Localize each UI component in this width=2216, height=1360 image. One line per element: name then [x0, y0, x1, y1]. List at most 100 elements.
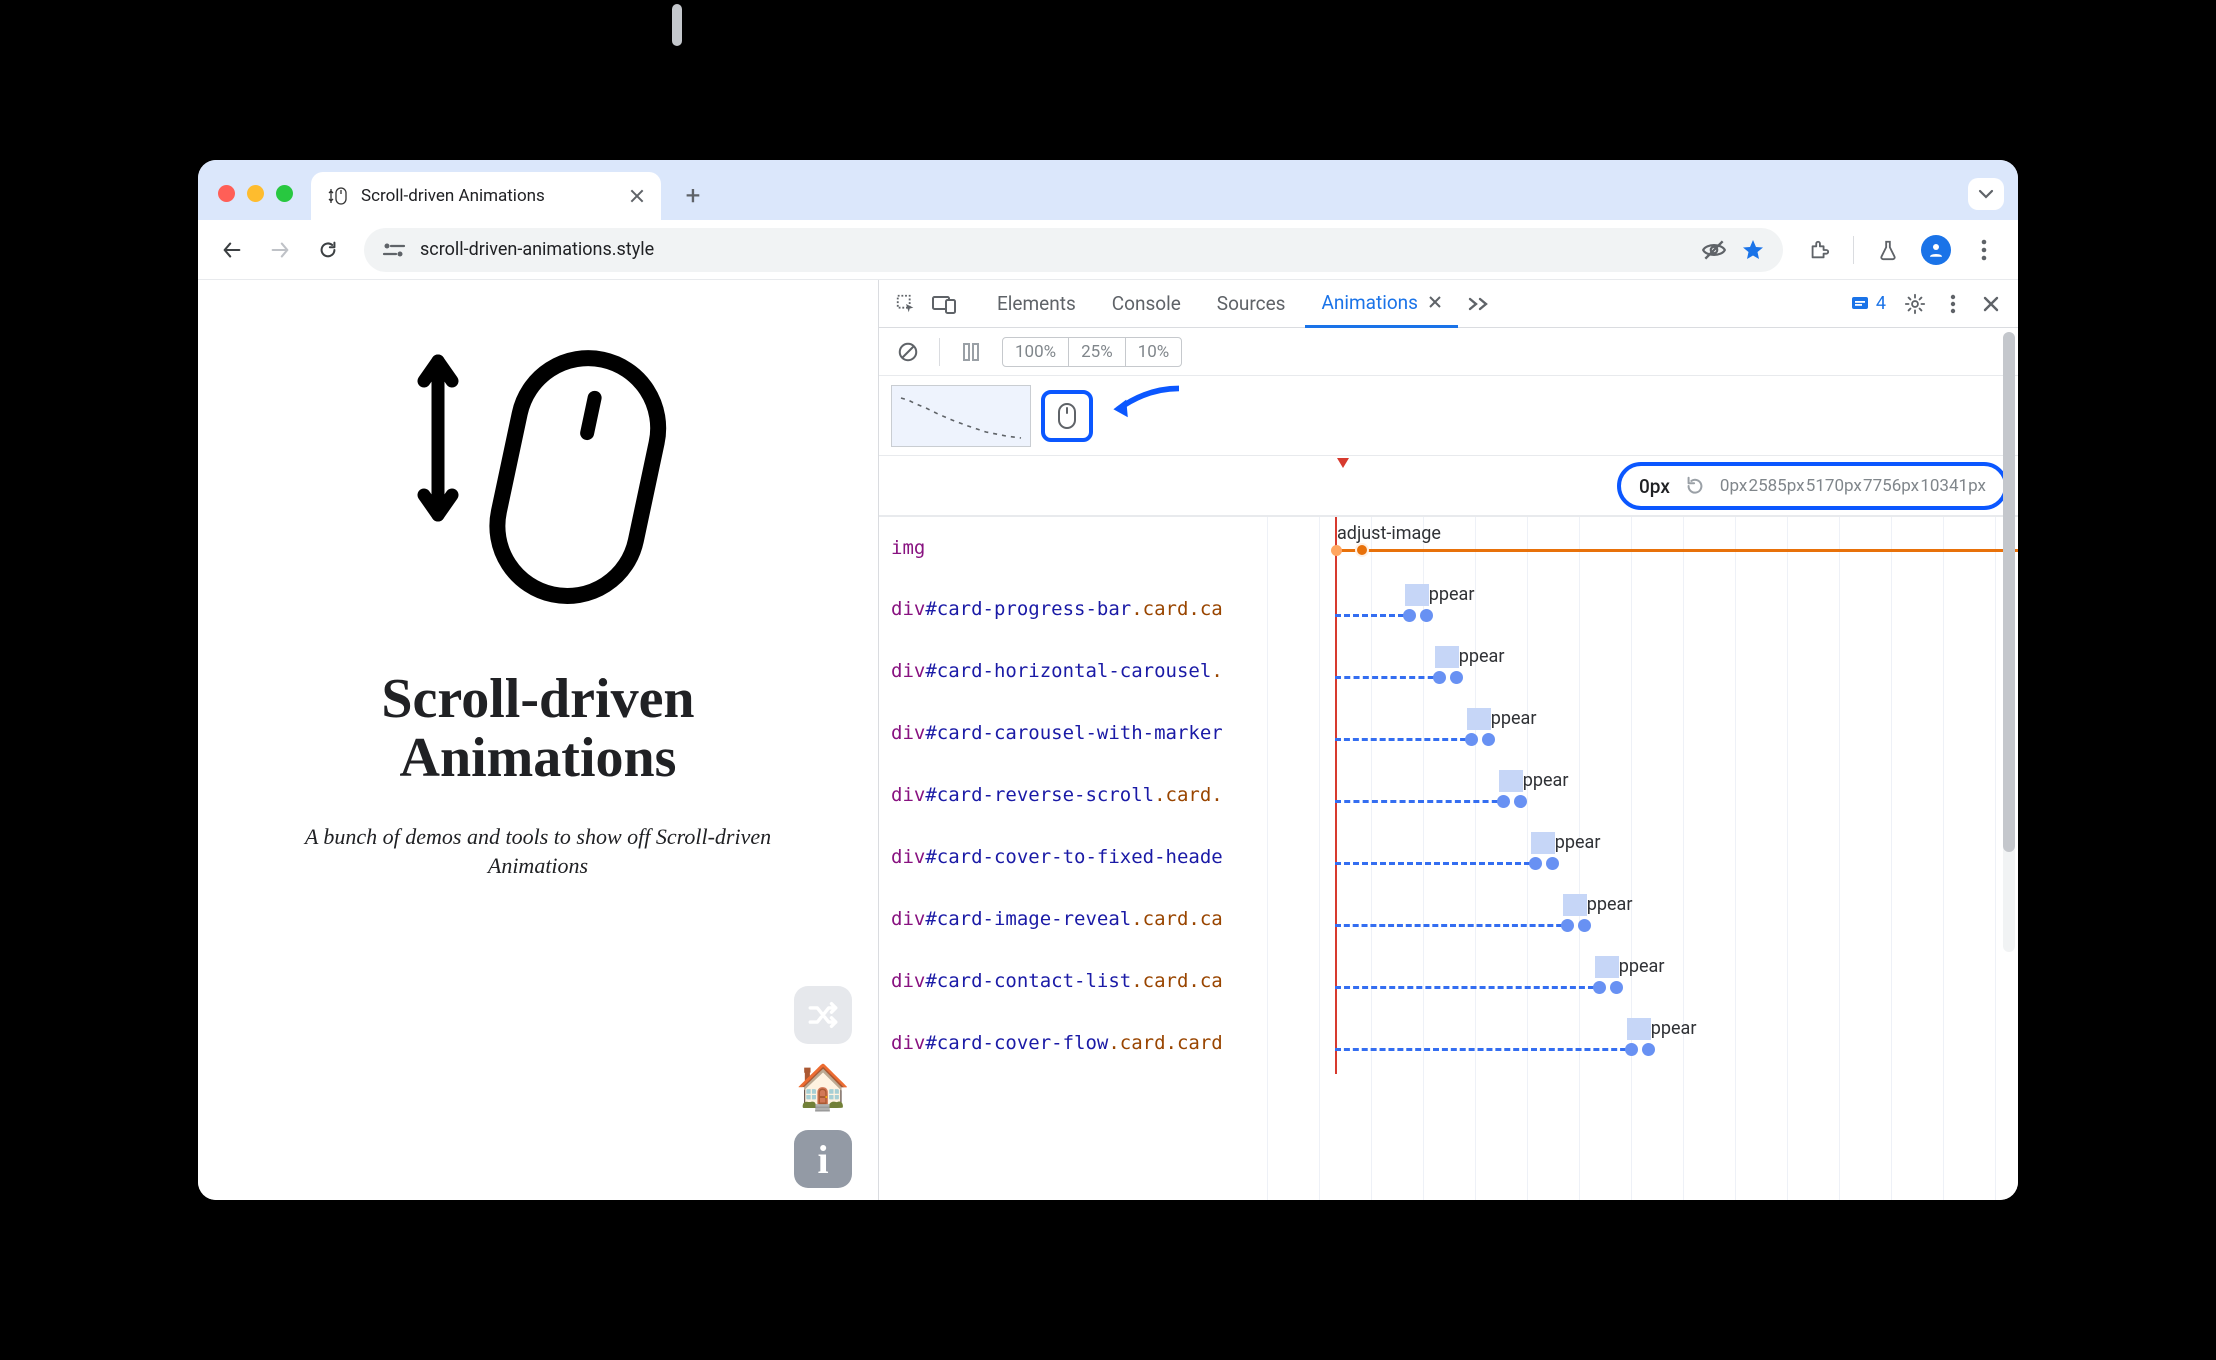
animation-track: adjust-image	[1267, 517, 2018, 578]
animation-group-thumb[interactable]	[891, 385, 1031, 447]
more-tabs-button[interactable]	[1462, 287, 1496, 321]
toolbar-divider	[1853, 236, 1854, 264]
tab-animations[interactable]: Animations	[1305, 280, 1457, 328]
tick-0: 0px	[1720, 476, 1747, 496]
animation-row[interactable]: div#card-cover-to-fixed-headeappear	[879, 826, 2018, 888]
animation-row[interactable]: div#card-horizontal-carousel.appear	[879, 640, 2018, 702]
avatar-icon	[1921, 235, 1951, 265]
home-button[interactable]: 🏠	[794, 1058, 852, 1116]
mouse-icon	[1056, 402, 1078, 430]
kebab-icon	[1981, 239, 1987, 261]
animation-row[interactable]: div#card-reverse-scroll.card.appear	[879, 764, 2018, 826]
replay-icon	[1684, 475, 1706, 497]
content-area: Scroll-driven Animations A bunch of demo…	[198, 280, 2018, 1200]
current-scroll-position: 0px	[1639, 475, 1670, 498]
animation-row[interactable]: div#card-image-reveal.card.caappear	[879, 888, 2018, 950]
devtools-settings-button[interactable]	[1898, 287, 1932, 321]
window-controls	[218, 185, 293, 202]
animation-track: appear	[1267, 888, 2018, 950]
browser-tab[interactable]: Scroll-driven Animations	[311, 172, 661, 220]
issues-icon	[1850, 294, 1870, 314]
profile-button[interactable]	[1916, 230, 1956, 270]
tick-4: 10341px	[1920, 476, 1986, 496]
close-tab-button[interactable]	[629, 188, 645, 204]
arrow-right-icon	[269, 239, 291, 261]
animation-groups-row	[879, 376, 2018, 456]
tabs-dropdown-button[interactable]	[1968, 178, 2004, 210]
inspect-element-button[interactable]	[889, 287, 923, 321]
eye-off-icon[interactable]	[1701, 237, 1727, 263]
info-button[interactable]: i	[794, 1130, 852, 1188]
clear-animations-button[interactable]	[891, 335, 925, 369]
animation-track: appear	[1267, 640, 2018, 702]
site-settings-icon[interactable]	[382, 241, 406, 259]
tab-elements[interactable]: Elements	[981, 280, 1092, 328]
shuffle-icon	[806, 998, 840, 1032]
minimize-window-button[interactable]	[247, 185, 264, 202]
devtools-menu-button[interactable]	[1936, 287, 1970, 321]
arrow-left-icon	[221, 239, 243, 261]
pause-icon	[962, 342, 980, 362]
tick-1: 2585px	[1749, 476, 1805, 496]
gear-icon	[1904, 293, 1926, 315]
close-devtools-button[interactable]	[1974, 287, 2008, 321]
devtools-scrollbar[interactable]	[2003, 332, 2015, 952]
element-selector: img	[879, 537, 1267, 559]
animation-row[interactable]: div#card-contact-list.card.caappear	[879, 950, 2018, 1012]
issues-button[interactable]: 4	[1842, 293, 1894, 314]
animation-track: appear	[1267, 950, 2018, 1012]
tab-console[interactable]: Console	[1096, 280, 1197, 328]
pause-all-button[interactable]	[954, 335, 988, 369]
page-title: Scroll-driven Animations	[381, 670, 694, 788]
bookmark-star-icon[interactable]	[1741, 238, 1765, 262]
tick-2: 5170px	[1806, 476, 1862, 496]
maximize-window-button[interactable]	[276, 185, 293, 202]
animation-row[interactable]: div#card-progress-bar.card.caappear	[879, 578, 2018, 640]
element-selector: div#card-carousel-with-marker	[879, 722, 1267, 744]
reload-icon	[317, 239, 339, 261]
speed-100-button[interactable]: 100%	[1003, 338, 1069, 366]
playback-speed-group: 100% 25% 10%	[1002, 337, 1182, 367]
reload-button[interactable]	[308, 230, 348, 270]
callout-arrow-icon	[1097, 382, 1197, 422]
experiments-button[interactable]	[1868, 230, 1908, 270]
tab-favicon-icon	[327, 185, 349, 207]
address-bar[interactable]: scroll-driven-animations.style	[364, 228, 1783, 272]
speed-25-button[interactable]: 25%	[1069, 338, 1126, 366]
device-toolbar-button[interactable]	[927, 287, 961, 321]
close-window-button[interactable]	[218, 185, 235, 202]
tick-3: 7756px	[1863, 476, 1919, 496]
web-page: Scroll-driven Animations A bunch of demo…	[198, 280, 878, 1200]
ruler-ticks: 0px 2585px 5170px 7756px 10341px	[1720, 476, 1986, 496]
flask-icon	[1877, 239, 1899, 261]
playhead-marker-icon[interactable]	[1335, 456, 1351, 470]
animation-row[interactable]: div#card-cover-flow.card.cardappear	[879, 1012, 2018, 1074]
chevrons-right-icon	[1468, 297, 1490, 311]
speed-10-button[interactable]: 10%	[1126, 338, 1182, 366]
ruler-highlight: 0px 0px 2585px 5170px 7756px 10341px	[1617, 462, 2008, 510]
close-icon	[1982, 295, 2000, 313]
tab-title: Scroll-driven Animations	[361, 186, 545, 206]
tab-sources[interactable]: Sources	[1201, 280, 1302, 328]
url-text: scroll-driven-animations.style	[420, 239, 654, 260]
element-selector: div#card-cover-to-fixed-heade	[879, 846, 1267, 868]
animation-row[interactable]: imgadjust-image	[879, 516, 2018, 578]
timeline-ruler: 0px 0px 2585px 5170px 7756px 10341px	[879, 456, 2018, 516]
new-tab-button[interactable]: +	[675, 178, 711, 214]
chevron-down-icon	[1978, 189, 1994, 199]
floating-buttons: 🏠 i	[794, 986, 852, 1188]
devtools-panel: Elements Console Sources Animations 4	[878, 280, 2018, 1200]
animation-track: appear	[1267, 764, 2018, 826]
browser-toolbar: scroll-driven-animations.style	[198, 220, 2018, 280]
animation-row[interactable]: div#card-carousel-with-markerappear	[879, 702, 2018, 764]
scroll-driven-indicator[interactable]	[1041, 390, 1093, 442]
element-selector: div#card-cover-flow.card.card	[879, 1032, 1267, 1054]
forward-button[interactable]	[260, 230, 300, 270]
extensions-button[interactable]	[1799, 230, 1839, 270]
browser-menu-button[interactable]	[1964, 230, 2004, 270]
shuffle-button[interactable]	[794, 986, 852, 1044]
back-button[interactable]	[212, 230, 252, 270]
page-subtitle: A bunch of demos and tools to show off S…	[298, 822, 778, 881]
close-icon[interactable]	[1428, 295, 1442, 309]
replay-button[interactable]	[1684, 475, 1706, 497]
